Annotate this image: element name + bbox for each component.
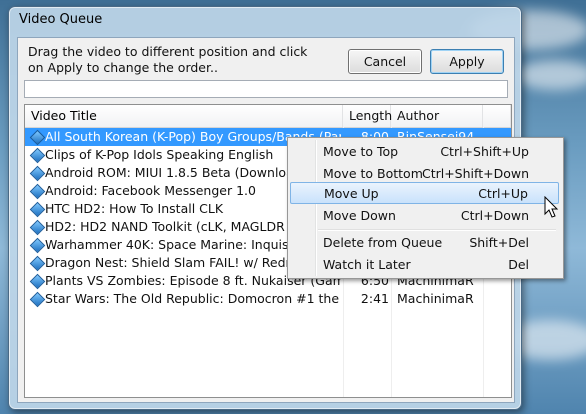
column-header-author[interactable]: Author: [391, 105, 483, 127]
menu-item-watch-it-later[interactable]: Watch it Later Del: [290, 254, 559, 276]
video-item-icon: [29, 165, 46, 182]
row-title: Star Wars: The Old Republic: Domocron #1…: [45, 291, 341, 306]
menu-item-shortcut: Ctrl+Shift+Up: [440, 144, 529, 159]
video-item-icon: [29, 201, 46, 218]
menu-item-move-down[interactable]: Move Down Ctrl+Down: [290, 205, 559, 227]
menu-item-label: Watch it Later: [323, 257, 411, 272]
menu-item-label: Move to Top: [323, 144, 399, 159]
video-item-icon: [29, 219, 46, 236]
menu-item-shortcut: Shift+Del: [469, 235, 529, 250]
apply-button[interactable]: Apply: [430, 49, 504, 74]
list-header: Video Title Length Author: [25, 105, 511, 128]
video-item-icon: [29, 255, 46, 272]
context-menu: Move to Top Ctrl+Shift+Up Move to Bottom Ct…: [287, 137, 564, 279]
row-length: 2:41: [360, 291, 389, 306]
status-textbox[interactable]: [24, 80, 508, 98]
row-author: MachinimaR: [397, 291, 474, 306]
menu-item-move-up[interactable]: Move Up Ctrl+Up: [290, 182, 559, 204]
menu-item-shortcut: Ctrl+Up: [478, 186, 528, 201]
menu-item-move-to-top[interactable]: Move to Top Ctrl+Shift+Up: [290, 141, 559, 163]
menu-item-label: Delete from Queue: [323, 235, 443, 250]
menu-item-label: Move Down: [323, 208, 396, 223]
menu-item-shortcut: Ctrl+Down: [460, 208, 529, 223]
cancel-button[interactable]: Cancel: [348, 49, 422, 74]
video-item-icon: [29, 273, 46, 290]
mouse-cursor-icon: [544, 196, 559, 218]
column-header-title[interactable]: Video Title: [25, 105, 343, 127]
sky-cloud: [515, 60, 586, 90]
column-header-length[interactable]: Length: [343, 105, 392, 127]
window-title: Video Queue: [19, 12, 103, 27]
menu-item-label: Move Up: [324, 186, 379, 201]
title-bar[interactable]: Video Queue: [9, 7, 521, 35]
instructions-text: Drag the video to different position and…: [28, 44, 308, 75]
menu-item-shortcut: Del: [508, 257, 529, 272]
video-item-icon: [29, 291, 46, 308]
menu-item-delete-from-queue[interactable]: Delete from Queue Shift+Del: [290, 232, 559, 254]
menu-separator: [318, 229, 556, 231]
list-row[interactable]: Star Wars: The Old Republic: Domocron #1…: [25, 290, 511, 308]
video-item-icon: [29, 183, 46, 200]
column-header-filler: [483, 105, 511, 127]
video-item-icon: [29, 147, 46, 164]
video-item-icon: [29, 237, 46, 254]
video-item-icon: [29, 129, 46, 146]
